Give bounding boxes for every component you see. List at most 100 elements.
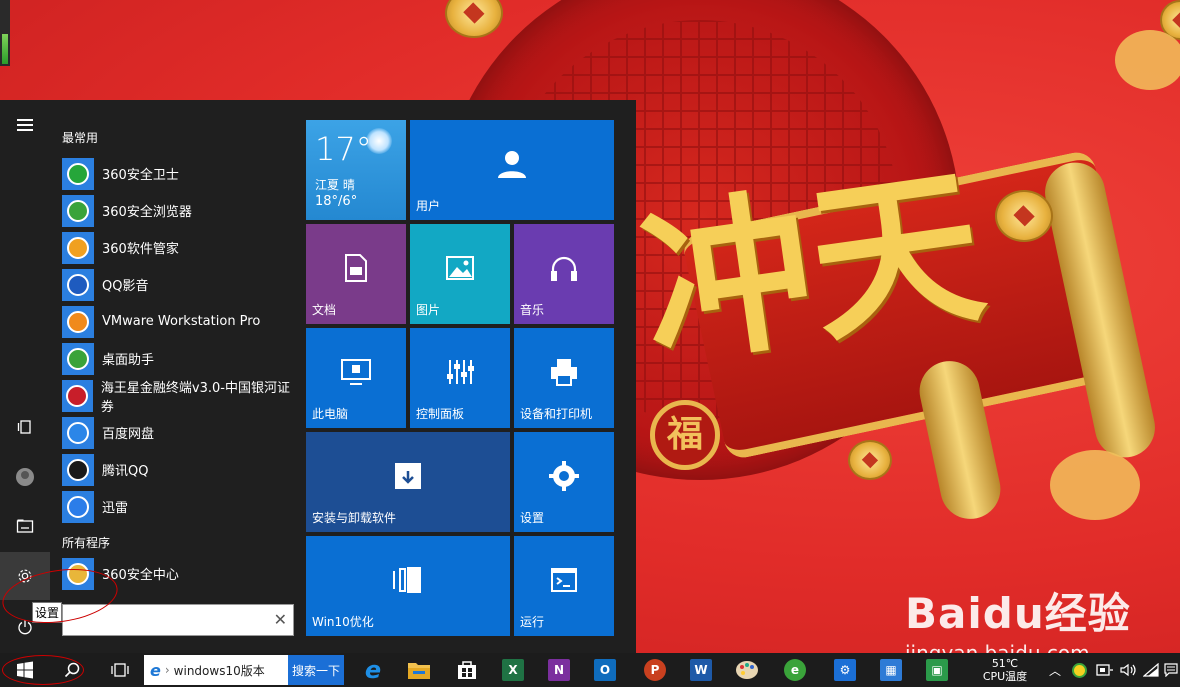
monitor-app-icon: ▦ (880, 659, 902, 681)
hamburger-menu-button[interactable] (0, 102, 50, 148)
neptune-finance-icon (62, 379, 93, 412)
picture-icon (446, 256, 474, 280)
tray-network[interactable] (1094, 653, 1116, 687)
xunlei-icon (62, 490, 94, 523)
user-account-button[interactable] (0, 454, 50, 500)
control-panel-tile[interactable]: 控制面板 (410, 328, 510, 428)
app-list-item[interactable]: 百度网盘 (56, 414, 296, 451)
store-icon (458, 661, 476, 679)
install-uninstall-tile-label: 安装与卸载软件 (312, 511, 397, 525)
app-list-item-label: VMware Workstation Pro (102, 314, 261, 329)
win10-optimize-tile-label: Win10优化 (312, 615, 374, 629)
edge-icon: e (364, 656, 382, 684)
install-uninstall-tile[interactable]: 安装与卸载软件 (306, 432, 510, 532)
app-list: 最常用 360安全卫士 360安全浏览器 360软件管家 QQ影音 VMware Wor… (56, 100, 296, 592)
app-list-item[interactable]: 腾讯QQ (56, 451, 296, 488)
show-hidden-icons-button[interactable]: ︿ (1046, 653, 1064, 687)
taskbar-app-monitor[interactable]: ▦ (874, 653, 908, 687)
chart-app-icon: ▣ (926, 659, 948, 681)
app-list-item[interactable]: 迅雷 (56, 488, 296, 525)
most-used-header: 最常用 (62, 131, 99, 145)
user-tile-label: 用户 (416, 199, 441, 213)
optimize-icon (393, 567, 421, 593)
onenote-icon: N (548, 659, 570, 681)
notification-icon (1164, 663, 1178, 677)
weather-range: 18°/6° (315, 194, 358, 209)
tencent-qq-icon (62, 453, 94, 486)
this-pc-tile-label: 此电脑 (312, 407, 349, 421)
app-list-item[interactable]: 海王星金融终端v3.0-中国银河证券 (56, 377, 296, 415)
weather-tile[interactable]: 17° 江夏 晴 18°/6° (306, 120, 406, 220)
run-icon (551, 568, 577, 592)
devices-printers-tile[interactable]: 设备和打印机 (514, 328, 614, 428)
app-list-item[interactable]: 360安全卫士 (56, 155, 296, 192)
watermark-url: jingyan.baidu.com (905, 641, 1090, 653)
file-explorer-button[interactable] (0, 503, 50, 549)
task-view-button[interactable] (104, 653, 136, 687)
documents-tile[interactable]: 文档 (306, 224, 406, 324)
taskbar-search-button[interactable]: 搜索一下 (288, 655, 344, 685)
outlook-icon: O (594, 659, 616, 681)
wifi-icon (1143, 663, 1159, 677)
pictures-tile-label: 图片 (416, 303, 441, 317)
taskbar-outlook[interactable]: O (588, 653, 622, 687)
cpu-temperature-widget[interactable]: 51℃ CPU温度 (970, 653, 1040, 687)
weather-city: 江夏 晴 (315, 178, 355, 192)
annotation-ellipse (2, 655, 84, 685)
tray-volume[interactable] (1118, 653, 1140, 687)
taskbar-app-chart[interactable]: ▣ (920, 653, 954, 687)
taskbar-edge[interactable]: e (356, 653, 390, 687)
tray-wifi[interactable] (1142, 653, 1160, 687)
app-list-item[interactable]: 360安全浏览器 (56, 192, 296, 229)
taskbar-powerpoint[interactable]: P (638, 653, 672, 687)
cpu-temp-value: 51℃ (991, 657, 1019, 670)
chevron-right-icon: › (164, 663, 170, 677)
taskbar-word[interactable]: W (684, 653, 718, 687)
coin-decoration (995, 190, 1053, 242)
control-panel-tile-label: 控制面板 (416, 407, 465, 421)
chevron-up-icon: ︿ (1048, 663, 1061, 678)
clear-search-icon[interactable]: ✕ (274, 610, 287, 629)
app-list-item[interactable]: 360软件管家 (56, 229, 296, 266)
folder-icon (408, 663, 430, 679)
taskbar-360-browser[interactable]: e (778, 653, 812, 687)
vmware-icon (62, 305, 94, 338)
user-avatar-icon (16, 468, 34, 486)
app-list-item[interactable]: QQ影音 (56, 266, 296, 303)
user-icon (498, 151, 526, 178)
action-center-button[interactable] (1162, 653, 1180, 687)
network-icon (1096, 664, 1113, 676)
app-list-item-label: 迅雷 (102, 501, 129, 516)
run-tile-label: 运行 (520, 615, 545, 629)
taskbar-search-widget[interactable]: e › windows10版本 搜索一下 (144, 655, 344, 685)
taskbar-store[interactable] (450, 653, 484, 687)
printer-icon (551, 359, 577, 386)
settings-tile[interactable]: 设置 (514, 432, 614, 532)
run-tile[interactable]: 运行 (514, 536, 614, 636)
app-list-item[interactable]: 桌面助手 (56, 340, 296, 377)
word-icon: W (690, 659, 712, 681)
win10-optimize-tile[interactable]: Win10优化 (306, 536, 510, 636)
baidu-watermark: Baidu经验 jingyan.baidu.com (905, 580, 1131, 653)
taskbar-search-query[interactable]: windows10版本 (174, 662, 265, 679)
powerpoint-icon: P (644, 659, 666, 681)
fu-seal: 福 (650, 400, 720, 470)
task-view-rail-button[interactable] (0, 404, 50, 450)
app-list-item-label: QQ影音 (102, 279, 149, 294)
pictures-tile[interactable]: 图片 (410, 224, 510, 324)
app-list-item[interactable]: VMware Workstation Pro (56, 303, 296, 340)
taskbar-file-explorer[interactable] (402, 653, 436, 687)
music-tile[interactable]: 音乐 (514, 224, 614, 324)
taskbar-paint[interactable] (730, 653, 764, 687)
all-programs-header: 所有程序 (62, 536, 111, 550)
this-pc-tile[interactable]: 此电脑 (306, 328, 406, 428)
volume-meter (0, 0, 10, 66)
user-tile[interactable]: 用户 (410, 120, 614, 220)
watermark-text: Baidu经验 (905, 589, 1131, 638)
taskbar-onenote[interactable]: N (542, 653, 576, 687)
taskbar-settings[interactable]: ⚙ (828, 653, 862, 687)
tray-360[interactable] (1068, 653, 1090, 687)
headphones-icon (551, 256, 577, 281)
app-list-item-label: 百度网盘 (102, 427, 155, 442)
taskbar-excel[interactable]: X (496, 653, 530, 687)
